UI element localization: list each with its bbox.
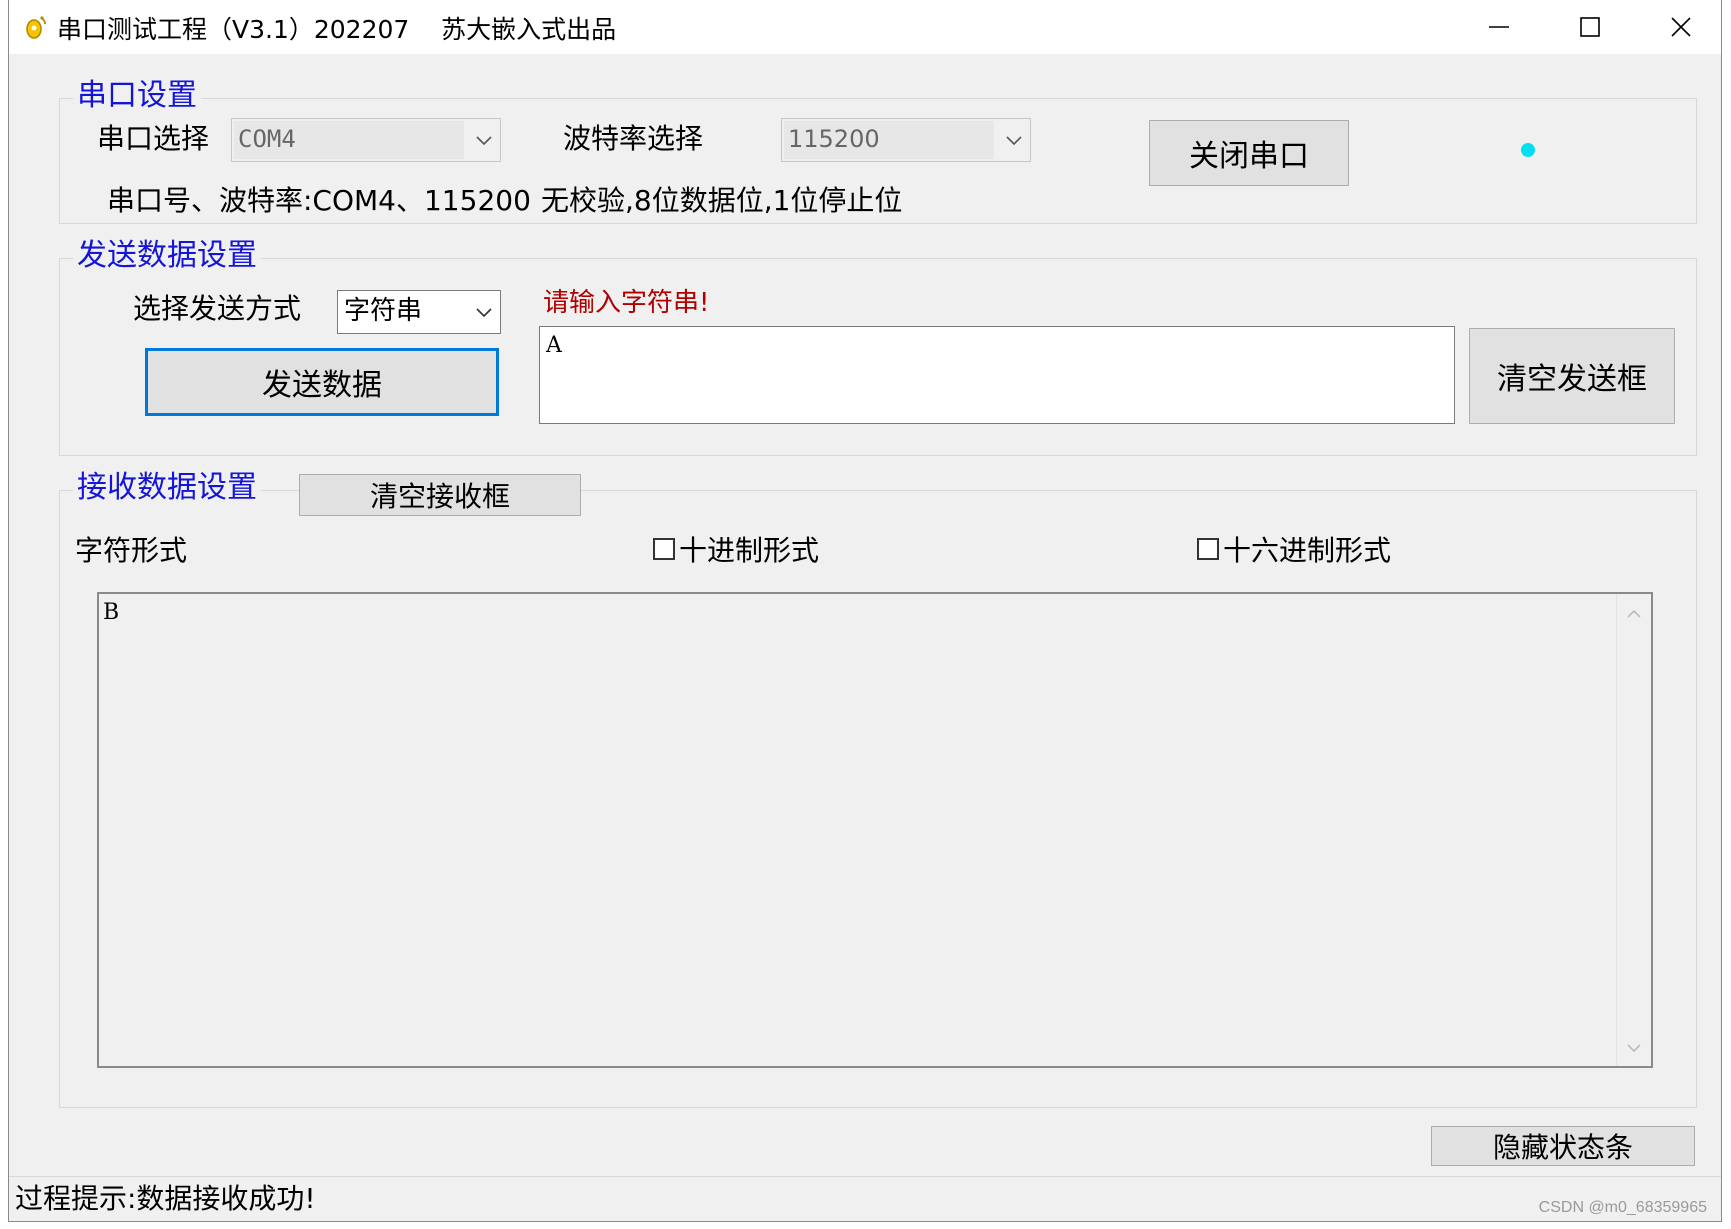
chevron-down-icon [476,136,492,146]
chevron-down-icon [1006,136,1022,146]
send-settings-title: 发送数据设置 [73,238,261,274]
receive-scrollbar[interactable] [1616,594,1651,1066]
hide-status-button[interactable]: 隐藏状态条 [1431,1126,1695,1166]
scroll-down-icon[interactable] [1626,1042,1642,1054]
baud-select-label: 波特率选择 [563,122,704,155]
send-mode-value: 字符串 [340,293,464,331]
status-text: 过程提示:数据接收成功! [15,1182,316,1215]
app-window: 串口测试工程（V3.1）202207 苏大嵌入式出品 串口设置 串口选择 COM… [8,0,1722,1222]
window-title: 串口测试工程（V3.1）202207 苏大嵌入式出品 [57,15,617,44]
port-select[interactable]: COM4 [231,118,501,162]
char-format-label: 字符形式 [75,534,188,567]
scroll-up-icon[interactable] [1626,608,1642,620]
hex-checkbox[interactable] [1197,538,1219,560]
port-baud-info: 串口号、波特率:COM4、115200 [107,184,531,217]
clear-receive-button[interactable]: 清空接收框 [299,474,581,516]
port-select-label: 串口选择 [97,122,210,155]
watermark: CSDN @m0_68359965 [1538,1199,1707,1216]
minimize-button[interactable] [1455,0,1543,54]
send-mode-label: 选择发送方式 [133,292,302,325]
app-icon [26,16,46,39]
title-bar: 串口测试工程（V3.1）202207 苏大嵌入式出品 [9,0,1721,54]
send-data-button[interactable]: 发送数据 [145,348,499,416]
decimal-checkbox[interactable] [653,538,675,560]
baud-select[interactable]: 115200 [781,118,1031,162]
maximize-icon [1580,17,1600,37]
minimize-icon [1489,26,1509,28]
baud-select-value: 115200 [784,121,994,159]
received-text: B [103,600,120,625]
send-input[interactable]: A [539,326,1455,424]
serial-settings-title: 串口设置 [73,78,201,114]
decimal-label: 十进制形式 [679,534,820,567]
close-icon [1671,17,1691,37]
clear-send-button[interactable]: 清空发送框 [1469,328,1675,424]
status-bar: 过程提示:数据接收成功! CSDN @m0_68359965 [9,1176,1721,1221]
data-format-info: 无校验,8位数据位,1位停止位 [541,184,903,217]
receive-settings-title: 接收数据设置 [73,470,261,506]
hex-label: 十六进制形式 [1223,534,1392,567]
port-status-led [1521,143,1535,157]
close-window-button[interactable] [1637,0,1725,54]
maximize-button[interactable] [1546,0,1634,54]
port-select-value: COM4 [234,121,464,159]
send-mode-select[interactable]: 字符串 [337,290,501,334]
input-prompt: 请输入字符串! [543,288,710,318]
receive-textarea[interactable]: B [97,592,1653,1068]
chevron-down-icon [476,308,492,318]
close-port-button[interactable]: 关闭串口 [1149,120,1349,186]
